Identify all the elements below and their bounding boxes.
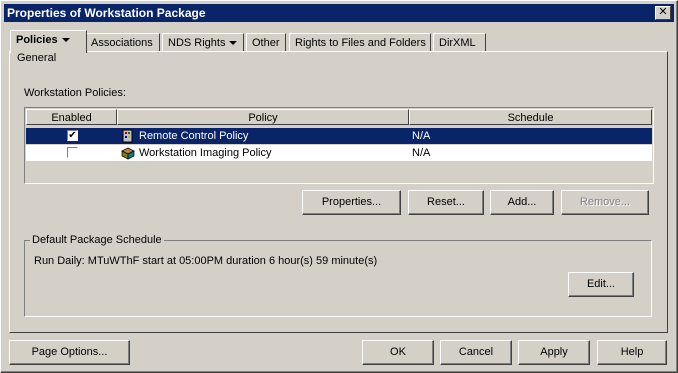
close-icon: ✕ [658, 6, 668, 18]
dropdown-arrow-icon [61, 38, 70, 43]
tab-nds-rights-label: NDS Rights [168, 37, 226, 49]
tab-rights-to-files[interactable]: Rights to Files and Folders [289, 33, 431, 52]
tab-nds-rights[interactable]: NDS Rights [162, 33, 244, 52]
default-schedule-text: Run Daily: MTuWThF start at 05:00PM dura… [34, 255, 378, 267]
subtab-general[interactable]: General [17, 52, 56, 64]
default-schedule-group [24, 240, 652, 317]
column-header-schedule[interactable]: Schedule [409, 109, 652, 125]
policy-name: Remote Control Policy [139, 130, 249, 142]
column-header-policy[interactable]: Policy [117, 109, 409, 125]
column-header-enabled[interactable]: Enabled [26, 109, 117, 125]
close-button[interactable]: ✕ [655, 6, 671, 20]
page-options-button[interactable]: Page Options... [9, 340, 130, 365]
remote-control-icon [122, 129, 133, 143]
workstation-policies-label: Workstation Policies: [24, 87, 126, 99]
tab-policies-label: Policies [16, 34, 58, 46]
default-schedule-title: Default Package Schedule [30, 234, 164, 246]
enabled-checkbox[interactable]: ✔ [67, 130, 78, 141]
imaging-icon [121, 147, 135, 160]
add-button[interactable]: Add... [490, 190, 554, 215]
policies-table: Enabled Policy Schedule ✔ Remote Control… [24, 107, 654, 184]
apply-button[interactable]: Apply [518, 340, 590, 365]
table-row[interactable]: Workstation Imaging Policy N/A [26, 145, 652, 161]
properties-button[interactable]: Properties... [302, 190, 401, 215]
title-bar[interactable]: Properties of Workstation Package ✕ [4, 4, 674, 22]
table-row[interactable]: ✔ Remote Control Policy N/A [26, 128, 652, 144]
tab-associations[interactable]: Associations [85, 33, 160, 52]
tab-rights-to-files-label: Rights to Files and Folders [295, 37, 426, 49]
tab-other[interactable]: Other [246, 33, 286, 52]
dropdown-arrow-icon [229, 41, 238, 46]
tab-dirxml-label: DirXML [439, 37, 476, 49]
ok-button[interactable]: OK [362, 340, 434, 365]
policy-name: Workstation Imaging Policy [139, 147, 272, 159]
policy-schedule: N/A [412, 147, 431, 159]
tab-policies[interactable]: Policies [10, 30, 87, 53]
tab-associations-label: Associations [91, 37, 153, 49]
reset-button[interactable]: Reset... [408, 190, 484, 215]
tab-dirxml[interactable]: DirXML [433, 33, 486, 52]
cancel-button[interactable]: Cancel [440, 340, 512, 365]
remove-button[interactable]: Remove... [561, 190, 649, 215]
tab-other-label: Other [252, 37, 280, 49]
window-title: Properties of Workstation Package [7, 6, 206, 20]
help-button[interactable]: Help [597, 340, 667, 365]
policy-schedule: N/A [412, 130, 431, 142]
edit-schedule-button[interactable]: Edit... [568, 272, 634, 297]
enabled-checkbox[interactable] [67, 147, 78, 158]
